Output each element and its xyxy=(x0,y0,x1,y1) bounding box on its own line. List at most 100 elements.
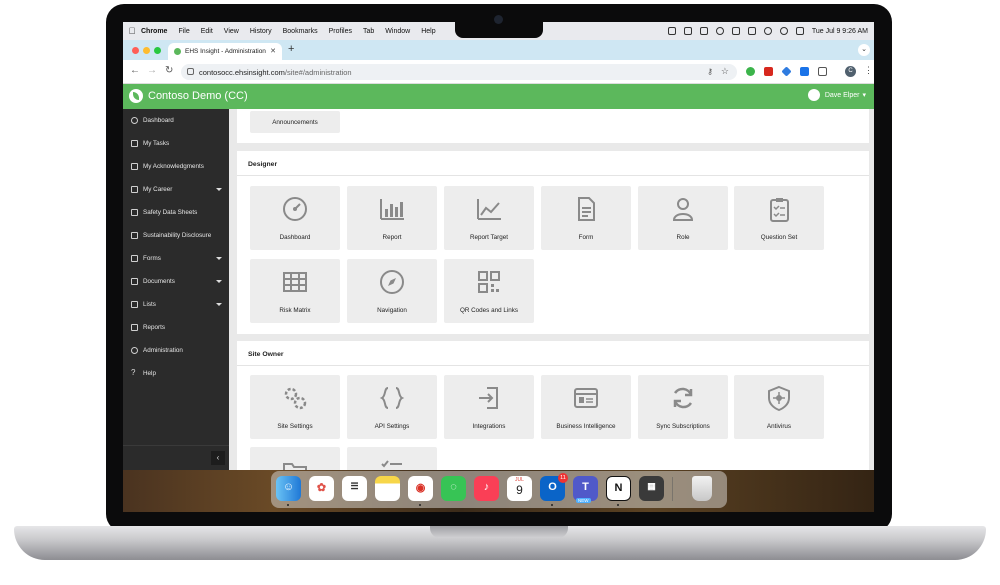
clipboard-status-icon[interactable] xyxy=(699,27,708,35)
display-status-icon[interactable] xyxy=(731,27,740,35)
sidebar-item-sustainability-disclosure[interactable]: Sustainability Disclosure xyxy=(123,224,229,247)
reload-icon[interactable]: ↻ xyxy=(165,65,173,76)
tile-dashboard[interactable]: Dashboard xyxy=(250,186,340,250)
tile-business-intelligence[interactable]: Business Intelligence xyxy=(541,375,631,439)
menu-view[interactable]: View xyxy=(224,28,239,35)
bookmark-star-icon[interactable]: ☆ xyxy=(721,66,729,77)
extension-blue-icon[interactable] xyxy=(781,66,792,77)
menu-bookmarks[interactable]: Bookmarks xyxy=(283,28,318,35)
tile-form[interactable]: Form xyxy=(541,186,631,250)
tile-qr-codes-and-links[interactable]: QR Codes and Links xyxy=(444,259,534,323)
tile-question-set[interactable]: Question Set xyxy=(734,186,824,250)
password-key-icon[interactable]: ⚷ xyxy=(707,67,713,76)
new-tab-button[interactable]: + xyxy=(288,43,294,55)
battery-icon[interactable] xyxy=(747,27,756,35)
sidebar-item-administration[interactable]: Administration xyxy=(123,339,229,362)
sidebar-item-documents[interactable]: Documents xyxy=(123,270,229,293)
reminders-icon[interactable]: ☰ xyxy=(342,476,367,501)
close-tab-icon[interactable]: ✕ xyxy=(270,47,276,55)
record-status-icon[interactable] xyxy=(715,27,724,35)
tile-report-target[interactable]: Report Target xyxy=(444,186,534,250)
tile-risk-matrix[interactable]: Risk Matrix xyxy=(250,259,340,323)
menu-window[interactable]: Window xyxy=(385,28,410,35)
menu-help[interactable]: Help xyxy=(421,28,435,35)
control-center-icon[interactable] xyxy=(795,27,804,35)
sidebar-item-dashboard[interactable]: Dashboard xyxy=(123,109,229,132)
clock[interactable]: Tue Jul 9 9:26 AM xyxy=(812,28,868,35)
close-window-button[interactable] xyxy=(132,47,139,54)
extensions-puzzle-icon[interactable] xyxy=(818,67,827,76)
collapse-sidebar-button[interactable]: ‹ xyxy=(211,451,225,465)
tile-api-settings[interactable]: API Settings xyxy=(347,375,437,439)
notion-icon[interactable]: N xyxy=(606,476,631,501)
address-bar[interactable]: contosocc.ehsinsight.com/site#/administr… xyxy=(181,64,737,80)
tile-integrations[interactable]: Integrations xyxy=(444,375,534,439)
outlook-icon[interactable]: O 11 xyxy=(540,473,568,501)
menu-profiles[interactable]: Profiles xyxy=(329,28,352,35)
site-info-icon[interactable] xyxy=(187,68,194,75)
finder-icon[interactable]: ☺ xyxy=(276,476,301,501)
chrome-icon[interactable]: ◉ xyxy=(408,476,433,501)
leaf-logo-icon[interactable] xyxy=(129,89,143,103)
running-indicator xyxy=(551,504,553,506)
music-icon[interactable]: ♪ xyxy=(474,476,499,501)
sidebar-item-my-acknowledgments[interactable]: My Acknowledgments xyxy=(123,155,229,178)
calculator-icon[interactable]: ▦ xyxy=(639,476,664,501)
sidebar-item-forms[interactable]: Forms xyxy=(123,247,229,270)
forward-icon[interactable]: → xyxy=(147,65,157,76)
minimize-window-button[interactable] xyxy=(143,47,150,54)
teams-icon[interactable]: T NEW xyxy=(573,476,598,503)
tab-administration[interactable]: EHS Insight - Administration ✕ xyxy=(168,43,282,60)
search-icon[interactable] xyxy=(779,27,788,35)
tile-role[interactable]: Role xyxy=(638,186,728,250)
apple-icon[interactable]:  xyxy=(123,26,141,36)
tile-sync-subscriptions[interactable]: Sync Subscriptions xyxy=(638,375,728,439)
outlook-badge: 11 xyxy=(558,473,568,483)
question-icon: ? xyxy=(131,368,136,377)
profile-avatar[interactable]: C xyxy=(845,66,856,77)
back-icon[interactable]: ← xyxy=(130,65,140,76)
tile-site-settings[interactable]: Site Settings xyxy=(250,375,340,439)
calendar-icon[interactable]: JUL 9 xyxy=(507,476,532,501)
app-title[interactable]: Contoso Demo (CC) xyxy=(148,90,248,102)
tile-antivirus[interactable]: Antivirus xyxy=(734,375,824,439)
tile-partial-folder[interactable] xyxy=(250,447,340,470)
notion-status-icon[interactable] xyxy=(667,27,676,35)
tab-title: EHS Insight - Administration xyxy=(185,48,266,55)
extension-check-icon[interactable] xyxy=(800,67,809,76)
extension-pdf-icon[interactable] xyxy=(764,67,773,76)
user-menu[interactable]: Dave Elper ▾ xyxy=(807,89,866,101)
sidebar-item-my-career[interactable]: My Career xyxy=(123,178,229,201)
menu-history[interactable]: History xyxy=(250,28,272,35)
tile-label: Role xyxy=(676,234,690,241)
sidebar-item-reports[interactable]: Reports xyxy=(123,316,229,339)
menu-edit[interactable]: Edit xyxy=(201,28,213,35)
tile-navigation[interactable]: Navigation xyxy=(347,259,437,323)
notes-icon[interactable] xyxy=(375,476,400,501)
menu-tab[interactable]: Tab xyxy=(363,28,374,35)
wifi-icon[interactable] xyxy=(763,27,772,35)
sidebar-item-help[interactable]: ? Help xyxy=(123,362,229,385)
chart-icon xyxy=(131,324,138,331)
tab-search-button[interactable]: ⌄ xyxy=(858,44,870,56)
trash-icon[interactable] xyxy=(692,476,712,501)
sidebar-item-safety-data-sheets[interactable]: Safety Data Sheets xyxy=(123,201,229,224)
app-status-icon[interactable] xyxy=(683,27,692,35)
photos-icon[interactable]: ✿ xyxy=(309,476,334,501)
divider xyxy=(237,365,869,366)
sidebar-item-my-tasks[interactable]: My Tasks xyxy=(123,132,229,155)
zoom-window-button[interactable] xyxy=(154,47,161,54)
menu-app-name[interactable]: Chrome xyxy=(141,28,167,35)
menu-file[interactable]: File xyxy=(178,28,189,35)
url-host: contosocc.ehsinsight.com xyxy=(199,67,285,77)
chrome-menu-icon[interactable]: ⋮ xyxy=(864,65,873,76)
tile-label: API Settings xyxy=(374,423,410,430)
tile-partial-checklist[interactable] xyxy=(347,447,437,470)
tile-report[interactable]: Report xyxy=(347,186,437,250)
divider xyxy=(237,175,869,176)
messages-icon[interactable]: ◌ xyxy=(441,476,466,501)
extension-green-icon[interactable] xyxy=(746,67,755,76)
tile-announcements[interactable]: Announcements xyxy=(250,111,340,133)
panel-top: Announcements xyxy=(237,109,869,143)
sidebar-item-lists[interactable]: Lists xyxy=(123,293,229,316)
